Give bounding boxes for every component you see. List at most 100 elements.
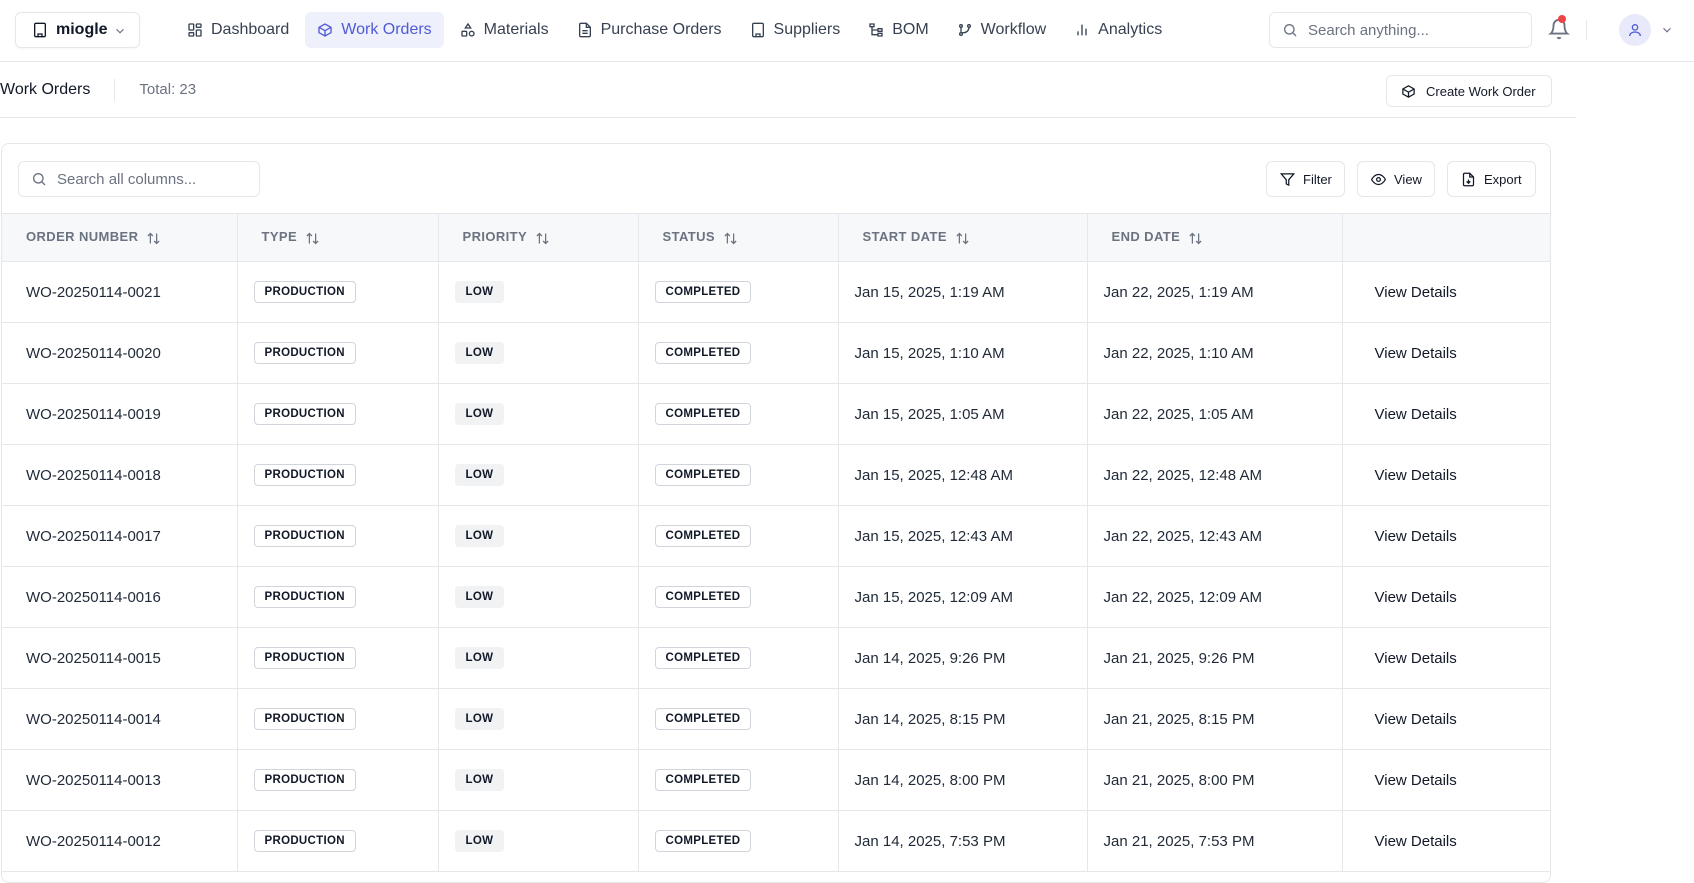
priority-badge: LOW (454, 586, 505, 608)
search-icon (1284, 24, 1297, 37)
start-date-cell: Jan 15, 2025, 12:09 AM (838, 566, 1088, 628)
end-date-cell: Jan 22, 2025, 1:19 AM (1087, 261, 1343, 323)
building-icon (751, 22, 764, 38)
nav-label: Work Orders (341, 21, 432, 38)
view-button[interactable]: View (1357, 161, 1435, 197)
top-navbar: miogle Dashboard Work Orders Materials P… (0, 0, 1694, 62)
box-icon (318, 23, 332, 37)
nav-dashboard[interactable]: Dashboard (175, 12, 301, 48)
chevron-down-icon[interactable] (1660, 23, 1674, 37)
order-number-cell: WO-20250114-0012 (2, 810, 238, 872)
priority-cell: LOW (438, 322, 639, 384)
table-row[interactable]: WO-20250114-0016 PRODUCTION LOW COMPLETED Ja… (2, 566, 1550, 628)
end-date-cell: Jan 21, 2025, 9:26 PM (1087, 627, 1343, 689)
table-row[interactable]: WO-20250114-0014 PRODUCTION LOW COMPLETED Ja… (2, 688, 1550, 750)
create-work-order-button[interactable]: Create Work Order (1386, 75, 1552, 107)
start-date: Jan 15, 2025, 1:05 AM (854, 405, 1005, 423)
table-row[interactable]: WO-20250114-0017 PRODUCTION LOW COMPLETED Ja… (2, 505, 1550, 567)
type-badge: PRODUCTION (253, 708, 356, 730)
table-row[interactable]: WO-20250114-0018 PRODUCTION LOW COMPLETED Ja… (2, 444, 1550, 506)
view-details-link[interactable]: View Details (1367, 772, 1457, 789)
view-details-link[interactable]: View Details (1367, 711, 1457, 728)
view-details-link[interactable]: View Details (1367, 406, 1457, 423)
view-details-link[interactable]: View Details (1367, 528, 1457, 545)
nav-label: Dashboard (211, 21, 290, 38)
building-icon (34, 22, 46, 38)
user-avatar[interactable] (1619, 14, 1651, 46)
table-row[interactable]: WO-20250114-0020 PRODUCTION LOW COMPLETED Ja… (2, 322, 1550, 384)
sort-icon (1189, 232, 1202, 244)
export-button[interactable]: Export (1447, 161, 1536, 197)
nav-suppliers[interactable]: Suppliers (738, 12, 853, 48)
tree-icon (869, 23, 883, 37)
order-number-cell: WO-20250114-0016 (2, 566, 238, 628)
box-icon (1402, 84, 1415, 98)
global-search-input[interactable]: Search anything... (1269, 12, 1532, 48)
column-header-start-date[interactable]: START DATE (838, 213, 1088, 262)
end-date: Jan 21, 2025, 9:26 PM (1103, 649, 1255, 667)
column-header-priority[interactable]: PRIORITY (438, 213, 639, 262)
end-date-cell: Jan 21, 2025, 8:15 PM (1087, 688, 1343, 750)
column-header-status[interactable]: STATUS (638, 213, 839, 262)
start-date: Jan 14, 2025, 7:53 PM (854, 832, 1006, 850)
start-date-cell: Jan 15, 2025, 12:48 AM (838, 444, 1088, 506)
filter-button[interactable]: Filter (1266, 161, 1345, 197)
actions-cell: View Details (1342, 505, 1550, 567)
view-details-link[interactable]: View Details (1367, 650, 1457, 667)
type-cell: PRODUCTION (237, 749, 439, 811)
org-switcher-button[interactable]: miogle (15, 12, 140, 48)
nav-materials[interactable]: Materials (448, 12, 561, 48)
file-export-icon (1462, 172, 1475, 186)
table-row[interactable]: WO-20250114-0019 PRODUCTION LOW COMPLETED Ja… (2, 383, 1550, 445)
sort-icon (956, 232, 969, 244)
nav-work-orders[interactable]: Work Orders (305, 12, 444, 48)
nav-workflow[interactable]: Workflow (945, 12, 1059, 48)
priority-cell: LOW (438, 627, 639, 689)
create-button-label: Create Work Order (1426, 83, 1536, 99)
type-badge: PRODUCTION (253, 281, 356, 303)
status-badge: COMPLETED (654, 647, 752, 669)
view-details-link[interactable]: View Details (1367, 467, 1457, 484)
start-date-cell: Jan 14, 2025, 8:15 PM (838, 688, 1088, 750)
end-date: Jan 22, 2025, 1:19 AM (1103, 283, 1254, 301)
end-date-cell: Jan 22, 2025, 12:48 AM (1087, 444, 1343, 506)
divider (1586, 20, 1587, 40)
type-badge: PRODUCTION (253, 342, 356, 364)
actions-cell: View Details (1342, 322, 1550, 384)
view-details-link[interactable]: View Details (1367, 284, 1457, 301)
column-header-type[interactable]: TYPE (237, 213, 439, 262)
priority-cell: LOW (438, 383, 639, 445)
order-number: WO-20250114-0018 (26, 466, 161, 484)
notification-dot (1558, 15, 1566, 23)
column-header-order-number[interactable]: ORDER NUMBER (2, 213, 238, 262)
status-badge: COMPLETED (654, 769, 752, 791)
branch-icon (958, 24, 971, 36)
end-date: Jan 22, 2025, 12:09 AM (1103, 588, 1262, 606)
type-cell: PRODUCTION (237, 566, 439, 628)
start-date-cell: Jan 15, 2025, 1:10 AM (838, 322, 1088, 384)
table-search-placeholder: Search all columns... (57, 170, 197, 188)
table-search-input[interactable]: Search all columns... (18, 161, 260, 197)
status-cell: COMPLETED (638, 566, 839, 628)
order-number-cell: WO-20250114-0019 (2, 383, 238, 445)
table-row[interactable]: WO-20250114-0013 PRODUCTION LOW COMPLETED Ja… (2, 749, 1550, 811)
end-date: Jan 22, 2025, 12:48 AM (1103, 466, 1262, 484)
column-header-end-date[interactable]: END DATE (1087, 213, 1343, 262)
table-row[interactable]: WO-20250114-0021 PRODUCTION LOW COMPLETED Ja… (2, 261, 1550, 323)
nav-purchase-orders[interactable]: Purchase Orders (565, 12, 734, 48)
view-details-link[interactable]: View Details (1367, 589, 1457, 606)
start-date-cell: Jan 15, 2025, 1:05 AM (838, 383, 1088, 445)
nav-analytics[interactable]: Analytics (1062, 12, 1174, 48)
nav-bom[interactable]: BOM (856, 12, 940, 48)
type-badge: PRODUCTION (253, 647, 356, 669)
view-details-link[interactable]: View Details (1367, 345, 1457, 362)
sort-icon (724, 232, 737, 244)
table-row[interactable]: WO-20250114-0015 PRODUCTION LOW COMPLETED Ja… (2, 627, 1550, 689)
order-number-cell: WO-20250114-0014 (2, 688, 238, 750)
view-details-link[interactable]: View Details (1367, 833, 1457, 850)
table-row[interactable]: WO-20250114-0012 PRODUCTION LOW COMPLETED Ja… (2, 810, 1550, 872)
start-date: Jan 15, 2025, 12:48 AM (854, 466, 1013, 484)
start-date: Jan 14, 2025, 9:26 PM (854, 649, 1006, 667)
start-date: Jan 15, 2025, 12:43 AM (854, 527, 1013, 545)
priority-badge: LOW (454, 342, 505, 364)
